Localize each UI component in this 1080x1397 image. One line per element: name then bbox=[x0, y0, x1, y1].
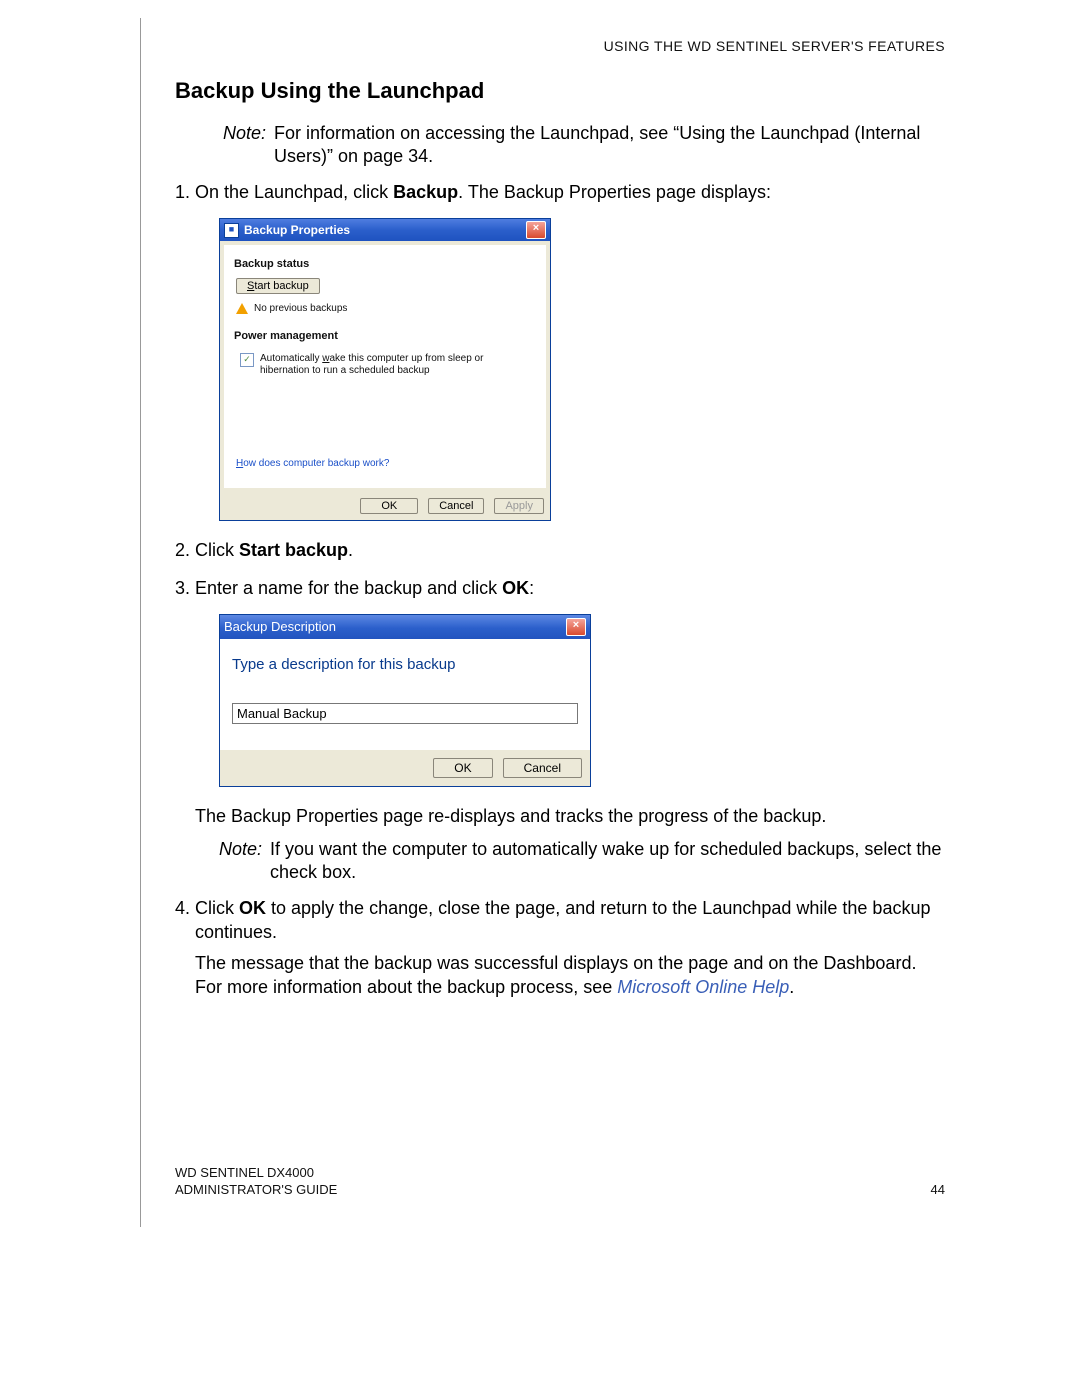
ms-online-help-link[interactable]: Microsoft Online Help bbox=[617, 977, 789, 997]
dialog2-title: Backup Description bbox=[224, 619, 336, 636]
help-link[interactable]: How does computer backup work? bbox=[236, 457, 389, 470]
step-3: Enter a name for the backup and click OK… bbox=[195, 577, 945, 884]
page-footer: WD SENTINEL DX4000 ADMINISTRATOR'S GUIDE… bbox=[175, 1165, 945, 1199]
note-label: Note: bbox=[223, 122, 266, 167]
section-title: Backup Using the Launchpad bbox=[175, 78, 945, 104]
note-text: For information on accessing the Launchp… bbox=[274, 122, 945, 167]
note-1: Note: For information on accessing the L… bbox=[223, 122, 945, 167]
page-content: Backup Using the Launchpad Note: For inf… bbox=[175, 78, 945, 1013]
ordered-steps: On the Launchpad, click Backup. The Back… bbox=[175, 181, 945, 999]
step-4: Click OK to apply the change, close the … bbox=[195, 897, 945, 999]
backup-status-label: Backup status bbox=[234, 257, 536, 271]
warning-icon bbox=[236, 303, 248, 314]
dialog-title: Backup Properties bbox=[244, 223, 350, 239]
ok-button[interactable]: OK bbox=[433, 758, 492, 778]
footer-line1: WD SENTINEL DX4000 bbox=[175, 1165, 945, 1182]
ok-button[interactable]: OK bbox=[360, 498, 418, 514]
note-text: If you want the computer to automaticall… bbox=[270, 838, 945, 883]
step-2: Click Start backup. bbox=[195, 539, 945, 562]
close-icon[interactable]: × bbox=[526, 221, 546, 239]
step-1: On the Launchpad, click Backup. The Back… bbox=[195, 181, 945, 521]
dialog-titlebar: ■ Backup Properties × bbox=[220, 219, 550, 241]
backup-description-dialog: Backup Description × Type a description … bbox=[219, 614, 591, 787]
app-icon: ■ bbox=[224, 223, 239, 238]
no-previous-backups-row: No previous backups bbox=[236, 302, 534, 315]
cancel-button[interactable]: Cancel bbox=[428, 498, 484, 514]
page-number: 44 bbox=[931, 1182, 945, 1199]
dialog2-prompt: Type a description for this backup bbox=[232, 655, 578, 675]
after-dialog2-text: The Backup Properties page re-displays a… bbox=[195, 805, 945, 828]
cancel-button[interactable]: Cancel bbox=[503, 758, 582, 778]
note-label: Note: bbox=[219, 838, 262, 883]
left-rule bbox=[140, 18, 141, 1227]
footer-line2: ADMINISTRATOR'S GUIDE bbox=[175, 1182, 945, 1199]
warn-text: No previous backups bbox=[254, 302, 347, 315]
note-2: Note: If you want the computer to automa… bbox=[219, 838, 945, 883]
auto-wake-label: Automatically wake this computer up from… bbox=[260, 353, 530, 377]
close-icon[interactable]: × bbox=[566, 618, 586, 636]
backup-properties-dialog: ■ Backup Properties × Backup status Star… bbox=[219, 218, 551, 521]
page-header: USING THE WD SENTINEL SERVER'S FEATURES bbox=[604, 38, 945, 54]
start-backup-button[interactable]: Start backup bbox=[236, 278, 320, 294]
power-management-label: Power management bbox=[234, 329, 536, 343]
auto-wake-checkbox[interactable]: ✓ bbox=[240, 353, 254, 367]
apply-button: Apply bbox=[494, 498, 544, 514]
backup-description-input[interactable] bbox=[232, 703, 578, 724]
dialog2-titlebar: Backup Description × bbox=[220, 615, 590, 639]
